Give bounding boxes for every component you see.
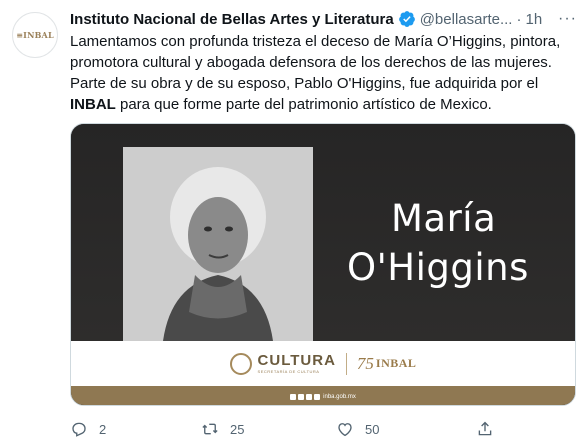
cultura-wordmark: CULTURA [257, 352, 336, 369]
separator-dot: · [516, 10, 522, 28]
footer-url: inba.gob.mx [323, 393, 356, 400]
portrait-photo [123, 147, 313, 341]
like-button[interactable]: 50 [336, 420, 379, 438]
heart-icon [338, 423, 352, 437]
media-footer-strip: inba.gob.mx [71, 386, 575, 405]
tweet-text: Lamentamos con profunda tristeza el dece… [70, 31, 580, 115]
tweet-text-line: promotora cultural y abogada defensora d… [70, 54, 552, 71]
retweet-button[interactable]: 25 [201, 420, 244, 438]
inbal-wordmark: INBAL [375, 356, 417, 370]
cultura-subtitle: SECRETARÍA DE CULTURA [257, 369, 320, 374]
share-icon [478, 421, 492, 436]
facebook-icon [290, 393, 297, 400]
logo-strip: CULTURA SECRETARÍA DE CULTURA 75 INBAL [71, 341, 575, 386]
more-options-icon[interactable]: ··· [558, 10, 577, 28]
verified-badge-icon [398, 11, 415, 27]
tweet-timestamp[interactable]: 1h [525, 11, 542, 28]
tweet-actions: 2 25 50 [70, 418, 510, 440]
retweet-count: 25 [230, 421, 245, 437]
portrait-illustration [123, 147, 313, 341]
author-name[interactable]: Instituto Nacional de Bellas Artes y Lit… [70, 11, 394, 28]
reply-icon [72, 422, 86, 437]
tweet-header: Instituto Nacional de Bellas Artes y Lit… [70, 8, 577, 30]
twitter-icon [298, 393, 305, 400]
avatar[interactable]: ≡INBAL [12, 12, 58, 58]
youtube-icon [314, 393, 321, 400]
instagram-icon [306, 393, 313, 400]
author-handle[interactable]: @bellasarte... [420, 11, 513, 28]
reply-button[interactable]: 2 [70, 420, 106, 438]
mexico-seal-icon [229, 352, 252, 375]
tweet-text-line: INBAL para que forme parte del patrimoni… [70, 94, 580, 115]
inbal-75-mark: 75 [356, 353, 374, 373]
cultura-logo: CULTURA SECRETARÍA DE CULTURA [258, 353, 336, 374]
retweet-icon [202, 423, 218, 435]
avatar-logo-text: ≡INBAL [16, 30, 54, 40]
tweet-media-image[interactable]: María O'Higgins CULTURA SECRETARÍA DE CU… [70, 123, 576, 406]
social-icons [290, 393, 321, 400]
logo-divider [345, 352, 347, 375]
reply-count: 2 [99, 421, 107, 437]
share-button[interactable] [476, 420, 494, 438]
like-count: 50 [365, 421, 380, 437]
tweet-text-line: Lamentamos con profunda tristeza el dece… [70, 33, 561, 50]
tweet-text-rest: para que forme parte del patrimonio artí… [115, 96, 492, 113]
honoree-last-name: O'Higgins [347, 246, 529, 289]
inbal-mention: INBAL [70, 96, 116, 113]
tweet-text-line: Parte de su obra y de su esposo, Pablo O… [70, 75, 539, 92]
honoree-first-name: María [391, 197, 497, 240]
